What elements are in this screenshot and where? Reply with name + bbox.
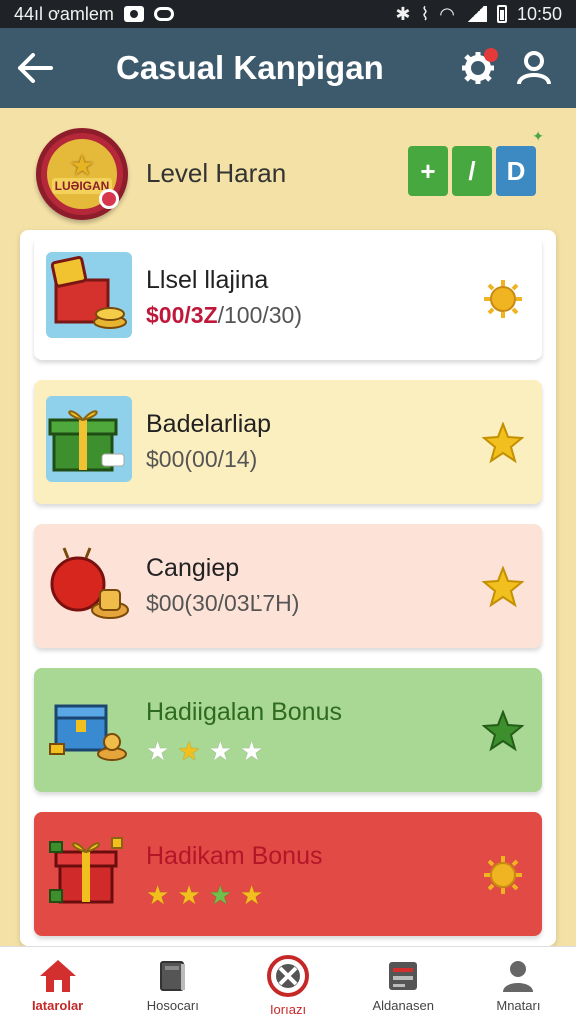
level-controls: + / D [408, 146, 536, 196]
status-time: 10:50 [516, 3, 562, 24]
green-star-icon [482, 710, 524, 752]
card-subtitle: $00/3Z/100/30) [146, 302, 303, 328]
star-rating: ★ ★ ★ ★ [146, 882, 263, 908]
star-gold-icon: ★ [239, 880, 264, 910]
star-white-icon: ★ [146, 736, 170, 766]
gift-box-icon [46, 396, 132, 482]
arrow-left-icon [18, 53, 53, 83]
battery-icon [496, 5, 507, 23]
card-subtitle: $00(30/03Ľ7H) [146, 590, 300, 616]
info-button[interactable]: D [496, 146, 536, 196]
notification-dot [484, 48, 498, 62]
nav-label: Hosocarı [146, 998, 199, 1013]
add-button[interactable]: + [408, 146, 448, 196]
nav-label: Aldanasen [372, 998, 434, 1013]
star-rating: ★ ★ ★ ★ [146, 738, 263, 764]
no-entry-icon [267, 955, 309, 997]
page-title: Casual Kanpigan [116, 49, 384, 86]
list-item[interactable]: Llsel llajina $00/3Z/100/30) [34, 236, 542, 360]
sparkle-icon: ✦ [532, 128, 544, 144]
status-left-text: 44ıl ơamlem [14, 3, 114, 24]
wifi-icon: ◠ [439, 3, 455, 24]
book-icon [159, 961, 185, 991]
app-bar: Casual Kanpigan [0, 28, 576, 108]
star-icon [482, 422, 524, 464]
potion-icon [46, 540, 132, 626]
red-gift-icon [46, 828, 132, 914]
nav-item-tools[interactable]: Aldanasen [346, 947, 461, 1024]
list-item[interactable]: Badelarliap $00(00/14) [34, 380, 542, 504]
star-icon: ★ [69, 150, 95, 181]
sun-badge-icon [482, 278, 524, 320]
card-title: Badelarliap [146, 410, 272, 438]
nav-label: Iorıazı [269, 1002, 307, 1017]
level-section: ★ LUƏIGAN Level Haran + / D ✦ [0, 108, 576, 232]
nav-item-home[interactable]: Iatarolar [0, 947, 115, 1024]
campaign-list: Llsel llajina $00/3Z/100/30) Badelarliap… [20, 230, 556, 946]
card-title: Hadiigalan Bonus [146, 698, 342, 726]
card-title: Cangiep [146, 554, 240, 582]
card-subtitle: $00(00/14) [146, 446, 258, 472]
nav-item-profile[interactable]: Mnatarı [461, 947, 576, 1024]
person-icon [503, 961, 534, 992]
blue-chest-icon [46, 684, 132, 770]
vibrate-icon: ⌇ [420, 3, 430, 24]
nav-label: Mnatarı [496, 998, 541, 1013]
list-item[interactable]: Hadiigalan Bonus ★ ★ ★ ★ [34, 668, 542, 792]
home-icon [39, 960, 76, 992]
photo-icon [123, 6, 144, 22]
level-badge[interactable]: ★ LUƏIGAN [36, 128, 128, 220]
star-gold-icon: ★ [177, 880, 201, 910]
person-icon [517, 51, 551, 85]
star-icon [482, 566, 524, 608]
star-gold-icon: ★ [146, 880, 170, 910]
nav-item-book[interactable]: Hosocarı [115, 947, 230, 1024]
badge-indicator-dot [99, 189, 119, 209]
bluetooth-icon: ✱ [395, 3, 411, 24]
nav-label: Iatarolar [31, 998, 84, 1013]
star-gold-icon: ★ [177, 736, 201, 766]
star-white-icon: ★ [239, 736, 264, 766]
message-icon [153, 7, 174, 21]
status-bar: 44ıl ơamlem ✱ ⌇ ◠ 10:50 [0, 0, 576, 28]
card-title: Hadikam Bonus [146, 842, 323, 870]
star-white-icon: ★ [208, 736, 232, 766]
gear-notification-button[interactable] [458, 48, 498, 88]
list-item[interactable]: Hadikam Bonus ★ ★ ★ ★ [34, 812, 542, 936]
bottom-nav: Iatarolar Hosocarı Iorıazı Aldanasen Mna… [0, 946, 576, 1024]
list-item[interactable]: Cangiep $00(30/03Ľ7H) [34, 524, 542, 648]
nav-item-center[interactable]: Iorıazı [230, 947, 345, 1024]
star-green-icon: ★ [208, 880, 232, 910]
level-label: Level Haran [146, 158, 287, 188]
signal-icon [464, 6, 487, 22]
tools-icon [389, 962, 418, 990]
card-title: Llsel llajina [146, 266, 269, 294]
edit-button[interactable]: / [452, 146, 492, 196]
back-button[interactable] [0, 28, 70, 108]
sun-badge-icon [482, 854, 524, 896]
profile-button[interactable] [514, 48, 554, 88]
treasure-chest-icon [46, 252, 132, 338]
